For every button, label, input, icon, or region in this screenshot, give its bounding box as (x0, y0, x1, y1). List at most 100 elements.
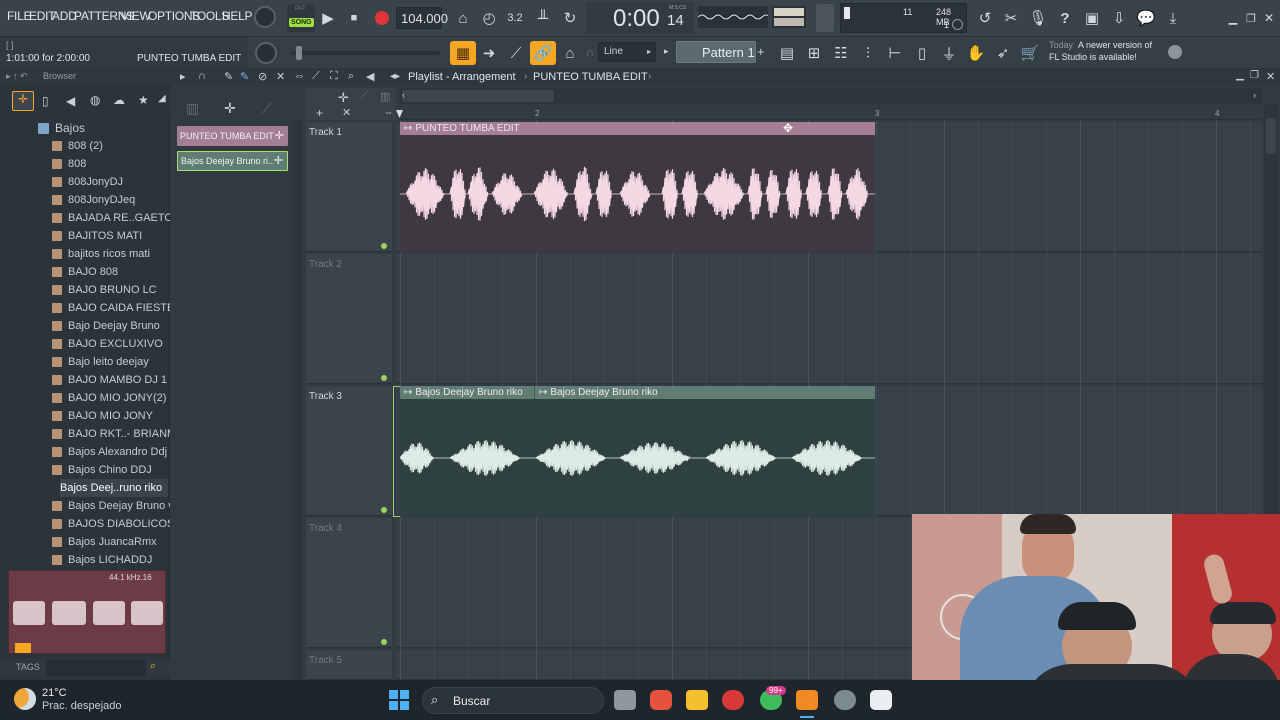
task-view-icon[interactable] (614, 690, 636, 710)
menu-add[interactable]: ADD (52, 9, 77, 23)
wave-tool-icon[interactable]: ➶ (990, 41, 1016, 65)
pattern-prev-icon[interactable]: ▸ (664, 46, 669, 57)
slice-icon[interactable]: ⟋ (312, 70, 320, 83)
picker-audio-icon[interactable]: ✛ (224, 100, 236, 117)
browser-file-item[interactable]: Bajos LICHADDJ (52, 551, 170, 569)
scroll-right-icon[interactable]: › (1253, 90, 1256, 100)
browser-file-item[interactable]: BAJOS DIABOLICOS (1) (52, 515, 170, 533)
step-sequencer-icon[interactable]: ⊞ (801, 41, 827, 65)
shop-cart-icon[interactable]: 🛒 (1017, 41, 1043, 65)
countdown-icon[interactable]: 3.2 (502, 6, 528, 30)
magnet-tool-icon[interactable]: ∩ (198, 70, 206, 82)
timeline-ruler[interactable]: 2 3 4 (400, 106, 1262, 120)
track-lane-2[interactable] (396, 254, 1262, 384)
pencil-icon[interactable]: ✎ (224, 70, 233, 83)
speaker-tab-icon[interactable]: ◀ (66, 94, 75, 108)
ruler-tool-2-icon[interactable]: ⟋ (360, 90, 368, 103)
file-tab-icon[interactable]: ▯ (42, 94, 49, 108)
link-icon[interactable]: 🔗 (530, 41, 556, 65)
mute-icon[interactable]: ✕ (276, 70, 285, 83)
playlist-arrows-icon[interactable]: ◂▸ (390, 71, 400, 82)
browser-file-item[interactable]: BAJO MAMBO DJ 1 (52, 371, 170, 389)
master-pitch-knob[interactable] (255, 42, 277, 64)
speaker-icon[interactable]: ◀ (366, 70, 374, 83)
menu-file[interactable]: FILE (7, 9, 31, 23)
clip-header[interactable]: ↦ Bajos Deejay Bruno riko (400, 386, 535, 399)
save-icon[interactable]: ▣ (1079, 6, 1105, 30)
browser-file-item[interactable]: BAJO RKT..- BRIANMIX (52, 425, 170, 443)
picker-item-bajos[interactable]: Bajos Deejay Bruno ri.. ✛ (177, 151, 288, 171)
browser-tree-icon[interactable]: ⊢ (882, 41, 908, 65)
download-icon[interactable]: ⤓ (1160, 6, 1186, 30)
track-3-led[interactable] (381, 507, 387, 513)
star-tab-icon[interactable]: ★ (138, 93, 149, 107)
playlist-icon[interactable]: ▤ (774, 41, 800, 65)
brush-icon[interactable]: ✎ (240, 70, 249, 83)
brave-browser-icon[interactable] (650, 690, 672, 710)
clip-header[interactable]: ↦ PUNTEO TUMBA EDIT (400, 122, 875, 135)
step-edit-icon[interactable]: ╨ (530, 6, 556, 30)
browser-file-item[interactable]: 808 (2) (52, 137, 170, 155)
browser-file-item[interactable]: Bajos Deejay Bruno v2 (52, 497, 170, 515)
pitch-slider[interactable] (290, 46, 440, 60)
render-icon[interactable]: ⇩ (1106, 6, 1132, 30)
pattern-select[interactable]: Pattern 1 (676, 41, 756, 63)
metronome-icon[interactable]: ⌂ (450, 6, 476, 30)
chat-icon[interactable]: 💬 (1133, 6, 1159, 30)
browser-file-item[interactable]: BAJADA RE..GAETON 02 (52, 209, 170, 227)
restore-window-icon[interactable]: ❐ (1242, 6, 1260, 30)
weather-temp[interactable]: 21°C (42, 687, 67, 699)
cut-tool-icon[interactable]: ✂ (998, 6, 1024, 30)
wait-input-icon[interactable]: ◴ (476, 6, 502, 30)
scroll-left-icon[interactable]: ‹ (402, 90, 405, 100)
stop-button[interactable]: ■ (341, 6, 367, 30)
picker-item-punteo[interactable]: PUNTEO TUMBA EDIT ✛ (177, 126, 288, 146)
more-tab-icon[interactable]: ◢ (158, 93, 166, 104)
browser-file-item[interactable]: BAJO 808 (52, 263, 170, 281)
track-2-led[interactable] (381, 375, 387, 381)
time-display[interactable]: 0:00 M:S:CS 14 (586, 2, 694, 34)
slide-tool-icon[interactable]: ⟋ (503, 41, 529, 65)
select-icon[interactable]: ⛶ (330, 70, 338, 83)
magnet-icon[interactable]: ∩ (586, 47, 594, 59)
remove-track-icon[interactable]: ✕ (342, 106, 351, 119)
horizontal-scrollbar[interactable] (400, 88, 1262, 104)
picker-piano-icon[interactable]: ▥ (186, 100, 199, 117)
browser-file-item[interactable]: 808JonyDJ (52, 173, 170, 191)
folder-bajos[interactable]: Bajos (38, 119, 168, 137)
channel-rack-icon[interactable]: ☷ (828, 41, 854, 65)
snap-select[interactable]: Line ▸ (598, 42, 656, 62)
ruler-tool-3-icon[interactable]: ▥ (380, 90, 390, 103)
minimize-window-icon[interactable]: ▁ (1224, 6, 1242, 30)
browser-file-item[interactable]: 808 (52, 155, 170, 173)
news-panel[interactable]: Today A newer version of FL Studio is av… (1046, 37, 1186, 69)
fl-studio-icon[interactable] (796, 690, 818, 710)
play-button[interactable]: ▶ (315, 6, 341, 30)
file-explorer-icon[interactable] (686, 690, 708, 710)
touch-keyboard-icon[interactable]: ✋ (963, 41, 989, 65)
track-header-4[interactable]: Track 4 (306, 518, 392, 648)
zoom-icon[interactable]: ⌕ (348, 70, 354, 83)
browser-file-item[interactable]: Bajos JuancaRmx (52, 533, 170, 551)
tempo-display[interactable]: 104.000 (396, 7, 448, 29)
audio-clip-bajos[interactable]: ↦ Bajos Deejay Bruno riko ↦ Bajos Deejay… (400, 386, 875, 517)
picker-auto-icon[interactable]: ⟋ (262, 100, 272, 117)
browser-file-item[interactable]: Bajo leito deejay (52, 353, 170, 371)
browser-file-item[interactable]: BAJO BRUNO LC (52, 281, 170, 299)
search-box[interactable]: ⌕ Buscar (422, 687, 604, 714)
tags-input[interactable] (46, 660, 146, 676)
cloud-tab-icon[interactable]: ☁ (113, 93, 125, 107)
playlist-close-icon[interactable]: ✕ (1266, 70, 1275, 83)
stamp-icon[interactable]: ⌂ (557, 41, 583, 65)
help-icon[interactable]: ? (1052, 6, 1078, 30)
browser-file-item[interactable]: Bajos Chino DDJ (52, 461, 170, 479)
clip-header[interactable]: ↦ Bajos Deejay Bruno riko (535, 386, 875, 399)
fl-logo-icon[interactable] (1168, 45, 1182, 59)
undo-icon[interactable]: ↺ (972, 6, 998, 30)
weather-icon[interactable] (14, 688, 36, 710)
track-header-3[interactable]: Track 3 (306, 386, 392, 516)
piano-roll-icon[interactable]: ▦ (450, 41, 476, 65)
all-tab-icon[interactable]: ✛ (12, 91, 34, 111)
slip-icon[interactable]: ⇔ (294, 70, 305, 82)
track-header-5[interactable]: Track 5 (306, 650, 392, 680)
